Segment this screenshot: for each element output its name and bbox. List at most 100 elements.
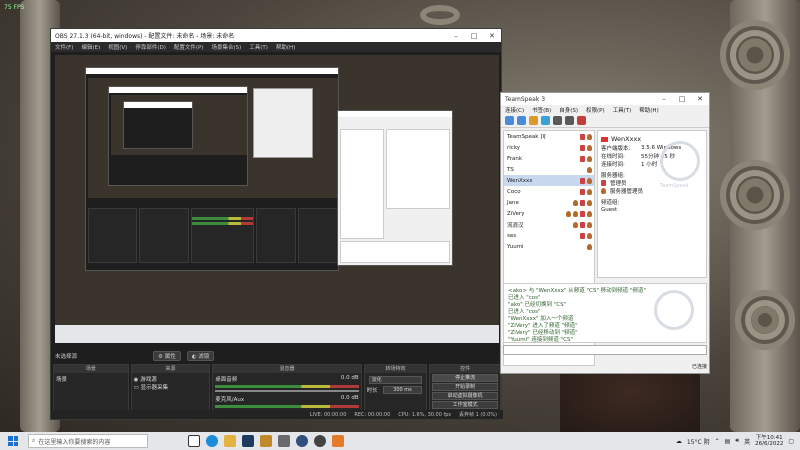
notification-icon[interactable]: ▢ — [788, 438, 794, 445]
task-view-icon[interactable] — [188, 435, 200, 447]
away-icon[interactable] — [541, 116, 550, 125]
edge-icon[interactable] — [206, 435, 218, 447]
game-icon[interactable] — [332, 435, 344, 447]
client-flags — [566, 210, 594, 217]
search-box[interactable]: ⌕ 在这里输入你要搜索的内容 — [28, 434, 148, 448]
background-ornament — [720, 160, 790, 230]
teamspeak-icon[interactable] — [296, 435, 308, 447]
audio-meter — [215, 385, 359, 388]
input-method-icon[interactable]: 英 — [744, 437, 750, 446]
tree-item-selected[interactable]: WenXxxx — [504, 175, 594, 186]
background-ornament — [420, 5, 460, 25]
chat-input[interactable] — [503, 345, 707, 355]
menu-profile[interactable]: 配置文件(P) — [174, 43, 204, 51]
volume-icon[interactable]: 🔊︎ — [735, 437, 739, 445]
tree-item-label: TeamSpeak ]I[ — [507, 133, 547, 140]
tree-item[interactable]: TeamSpeak ]I[ — [504, 131, 594, 142]
menu-self[interactable]: 自身(S) — [559, 106, 578, 114]
app-icon[interactable] — [278, 435, 290, 447]
menu-edit[interactable]: 编辑(E) — [81, 43, 100, 51]
tree-item[interactable]: ricky — [504, 142, 594, 153]
obs-preview-canvas[interactable] — [55, 55, 499, 343]
tree-item[interactable]: 流浪汉 — [504, 219, 594, 230]
menu-file[interactable]: 文件(F) — [55, 43, 73, 51]
tree-item-label: ses — [507, 232, 517, 239]
file-explorer-icon[interactable] — [224, 435, 236, 447]
app-icon[interactable] — [260, 435, 272, 447]
menu-connections[interactable]: 连接(C) — [505, 106, 524, 114]
menu-docks[interactable]: 停靠部件(D) — [135, 43, 166, 51]
speaker-icon[interactable] — [565, 116, 574, 125]
tree-item-label: Frank — [507, 155, 523, 162]
transition-select[interactable]: 淡化 — [368, 376, 423, 384]
tree-item[interactable]: Yuumi — [504, 241, 594, 252]
source-item-game[interactable]: ◉ 游戏源 — [134, 375, 208, 383]
network-icon[interactable]: ▤ — [725, 438, 731, 445]
properties-label: 属性 — [164, 354, 176, 360]
filters-button[interactable]: ◐ 滤镜 — [186, 351, 215, 361]
menu-help[interactable]: 帮助(H) — [639, 106, 658, 114]
minimize-button[interactable]: – — [655, 95, 673, 103]
tree-item[interactable]: TS — [504, 164, 594, 175]
weather-icon[interactable]: ☁ — [676, 438, 682, 445]
recursive-obs-preview — [123, 101, 193, 149]
minimize-button[interactable]: – — [447, 32, 465, 40]
disconnect-icon[interactable] — [517, 116, 526, 125]
steam-icon[interactable] — [242, 435, 254, 447]
volume-slider[interactable] — [215, 390, 359, 392]
studio-mode-button[interactable]: 工作室模式 — [432, 401, 498, 409]
stop-streaming-button[interactable]: 停止推流 — [432, 374, 498, 382]
menu-view[interactable]: 视图(V) — [108, 43, 127, 51]
duration-input[interactable]: 300 ms — [382, 386, 423, 394]
bookmark-icon[interactable] — [529, 116, 538, 125]
menu-permissions[interactable]: 权限(P) — [586, 106, 605, 114]
menu-tools[interactable]: 工具(T) — [249, 43, 268, 51]
fps-counter: 75 FPS — [4, 4, 25, 11]
properties-button[interactable]: ⚙ 属性 — [153, 351, 181, 361]
show-hidden-icons-icon[interactable]: ⌃ — [715, 438, 720, 445]
menu-help[interactable]: 帮助(H) — [276, 43, 295, 51]
start-button[interactable] — [8, 436, 18, 446]
tree-item[interactable]: ses — [504, 230, 594, 241]
no-source-label: 未选择源 — [55, 354, 78, 360]
connect-icon[interactable] — [505, 116, 514, 125]
transitions-dock-title: 转场特效 — [364, 365, 427, 373]
tree-item[interactable]: Coco — [504, 186, 594, 197]
record-icon[interactable] — [577, 116, 586, 125]
scene-item[interactable]: 场景 — [56, 375, 126, 383]
duration-label: 时长 — [366, 388, 378, 394]
tree-item-label: ricky — [507, 144, 521, 151]
obs-icon[interactable] — [314, 435, 326, 447]
start-recording-button[interactable]: 开始录制 — [432, 383, 498, 391]
obs-titlebar[interactable]: OBS 27.1.3 (64-bit, windows) - 配置文件: 未命名… — [51, 29, 501, 42]
group-name: 管理员 — [610, 181, 627, 187]
virtual-camera-button[interactable]: 启动虚拟摄像机 — [432, 392, 498, 400]
obs-window[interactable]: OBS 27.1.3 (64-bit, windows) - 配置文件: 未命名… — [50, 28, 503, 420]
source-item-display[interactable]: ▭ 显示器采集 — [134, 383, 208, 391]
close-button[interactable]: ✕ — [691, 95, 709, 103]
menu-scene-collection[interactable]: 场景集合(S) — [211, 43, 241, 51]
clock[interactable]: 下午10:41 26/6/2022 — [755, 435, 783, 447]
teamspeak-logo — [660, 141, 700, 181]
teamspeak-window[interactable]: TeamSpeak 3 – □ ✕ 连接(C) 书签(B) 自身(S) 权限(P… — [500, 92, 710, 374]
teamspeak-titlebar[interactable]: TeamSpeak 3 – □ ✕ — [501, 93, 709, 105]
menu-bookmarks[interactable]: 书签(B) — [532, 106, 551, 114]
close-button[interactable]: ✕ — [483, 32, 501, 40]
client-flags — [573, 221, 594, 228]
tree-item-label: WenXxxx — [507, 177, 533, 184]
weather-text[interactable]: 15°C 阴 — [687, 437, 710, 446]
search-icon: ⌕ — [32, 437, 36, 444]
info-key: 连接时间: — [601, 162, 625, 168]
microphone-icon[interactable] — [553, 116, 562, 125]
tree-item[interactable]: ZiVery — [504, 208, 594, 219]
channel-group-label: 频道组: — [601, 200, 620, 206]
dropped-frames: 丢弃帧 1 (0.0%) — [459, 412, 497, 418]
maximize-button[interactable]: □ — [465, 32, 483, 40]
source-item-label: 显示器采集 — [140, 385, 169, 391]
maximize-button[interactable]: □ — [673, 95, 691, 103]
background-ornament — [735, 290, 795, 350]
menu-tools[interactable]: 工具(T) — [613, 106, 632, 114]
connection-status: 已连接 — [691, 364, 707, 370]
tree-item[interactable]: Frank — [504, 153, 594, 164]
tree-item[interactable]: Jane — [504, 197, 594, 208]
